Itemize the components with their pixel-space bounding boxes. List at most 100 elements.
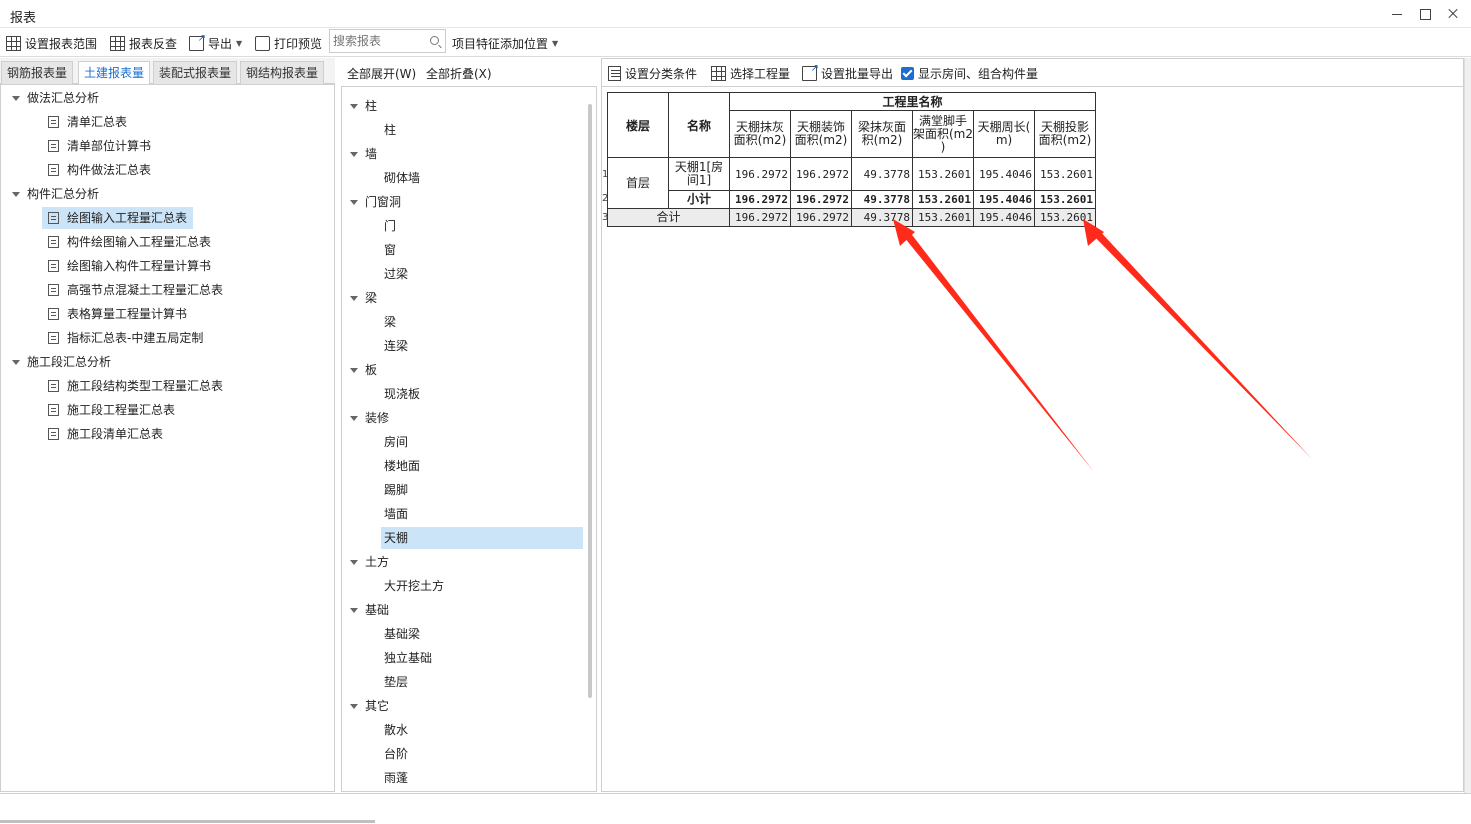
search-input[interactable]: [330, 30, 425, 52]
header-quantity-group: 工程里名称: [729, 92, 1096, 111]
expand-triangle-icon[interactable]: [12, 192, 20, 197]
expand-triangle-icon[interactable]: [12, 96, 20, 101]
component-group[interactable]: 土方: [350, 551, 389, 573]
tree-item[interactable]: 高强节点混凝土工程量汇总表: [42, 279, 229, 301]
collapse-all-button[interactable]: 全部折叠(X): [426, 65, 492, 82]
cell-value: 195.4046: [973, 157, 1035, 191]
close-icon[interactable]: [1445, 6, 1461, 22]
expand-triangle-icon[interactable]: [350, 560, 358, 565]
component-item[interactable]: 连梁: [381, 335, 408, 357]
component-group[interactable]: 装修: [350, 407, 389, 429]
tree-item-label: 表格算量工程量计算书: [67, 307, 188, 321]
component-group[interactable]: 基础: [350, 599, 389, 621]
component-item[interactable]: 梁: [381, 311, 396, 333]
expand-triangle-icon[interactable]: [350, 152, 358, 157]
tree-group[interactable]: 构件汇总分析: [12, 183, 99, 205]
tab-steel[interactable]: 钢结构报表量: [240, 61, 325, 84]
checkbox-checked-icon[interactable]: [901, 66, 914, 80]
select-quantity-button[interactable]: 选择工程量: [711, 63, 790, 83]
component-item[interactable]: 垫层: [381, 671, 408, 693]
component-item[interactable]: 楼地面: [381, 455, 420, 477]
component-group[interactable]: 板: [350, 359, 377, 381]
component-group[interactable]: 墙: [350, 143, 377, 165]
expand-triangle-icon[interactable]: [350, 104, 358, 109]
tree-item[interactable]: 构件做法汇总表: [42, 159, 157, 181]
header-column: 天棚投影 面积(m2): [1034, 110, 1096, 158]
component-item[interactable]: 台阶: [381, 743, 408, 765]
tab-civil[interactable]: 土建报表量: [78, 61, 151, 85]
tree-group[interactable]: 做法汇总分析: [12, 87, 99, 109]
print-preview-button[interactable]: 打印预览: [255, 33, 322, 53]
expand-triangle-icon[interactable]: [350, 416, 358, 421]
component-item[interactable]: 基础梁: [381, 623, 420, 645]
tree-item[interactable]: 施工段清单汇总表: [42, 423, 169, 445]
component-item[interactable]: 窗: [381, 239, 396, 261]
search-icon[interactable]: [430, 36, 439, 45]
tab-rebar[interactable]: 钢筋报表量: [1, 61, 74, 84]
maximize-icon[interactable]: [1417, 6, 1433, 22]
vertical-scrollbar[interactable]: [588, 104, 592, 698]
component-item-label: 过梁: [384, 267, 409, 281]
component-item[interactable]: 踢脚: [381, 479, 408, 501]
expand-triangle-icon[interactable]: [350, 200, 358, 205]
component-item[interactable]: 大开挖土方: [381, 575, 444, 597]
component-item[interactable]: 散水: [381, 719, 408, 741]
component-group[interactable]: 柱: [350, 95, 377, 117]
expand-all-button[interactable]: 全部展开(W): [347, 65, 416, 82]
cell-value: 196.2972: [790, 190, 852, 209]
cell-value: 49.3778: [851, 157, 913, 191]
tree-item[interactable]: 清单部位计算书: [42, 135, 157, 157]
tree-item[interactable]: 绘图输入工程量汇总表: [42, 207, 194, 229]
component-item[interactable]: 柱: [381, 119, 396, 141]
tree-item-label: 清单部位计算书: [67, 139, 152, 153]
component-item[interactable]: 天棚: [381, 527, 583, 549]
component-group[interactable]: 其它: [350, 695, 389, 717]
expand-triangle-icon[interactable]: [12, 360, 20, 365]
component-item[interactable]: 砌体墙: [381, 167, 420, 189]
cell-value: 49.3778: [851, 208, 913, 227]
tree-item[interactable]: 施工段工程量汇总表: [42, 399, 181, 421]
component-group[interactable]: 梁: [350, 287, 377, 309]
tree-item[interactable]: 绘图输入构件工程量计算书: [42, 255, 217, 277]
component-item[interactable]: 墙面: [381, 503, 408, 525]
show-rooms-toggle[interactable]: 显示房间、组合构件量: [901, 63, 1038, 83]
table-row[interactable]: 小计 196.2972 196.2972 49.3778 153.2601 19…: [608, 190, 1096, 209]
component-item[interactable]: 门: [381, 215, 396, 237]
tree-item[interactable]: 清单汇总表: [42, 111, 133, 133]
tree-item[interactable]: 施工段结构类型工程量汇总表: [42, 375, 229, 397]
expand-triangle-icon[interactable]: [350, 608, 358, 613]
batch-export-button[interactable]: 设置批量导出: [802, 63, 893, 83]
cell-total-label: 合计: [607, 208, 730, 227]
report-doc-icon: [48, 164, 59, 176]
component-item[interactable]: 现浇板: [381, 383, 420, 405]
component-item-label: 楼地面: [384, 459, 421, 473]
component-group[interactable]: 门窗洞: [350, 191, 401, 213]
component-item[interactable]: 雨蓬: [381, 767, 408, 789]
tree-item[interactable]: 构件绘图输入工程量汇总表: [42, 231, 217, 253]
expand-triangle-icon[interactable]: [350, 296, 358, 301]
tree-group[interactable]: 施工段汇总分析: [12, 351, 111, 373]
chevron-down-icon[interactable]: ▼: [236, 39, 242, 48]
component-item[interactable]: 房间: [381, 431, 408, 453]
tree-group-label: 施工段汇总分析: [27, 355, 112, 369]
batch-export-label: 设置批量导出: [821, 66, 894, 81]
table-row[interactable]: 合计 196.2972 196.2972 49.3778 153.2601 19…: [607, 208, 1096, 227]
feature-position-dropdown[interactable]: 项目特征添加位置 ▼: [452, 33, 558, 53]
tree-item-label: 施工段结构类型工程量汇总表: [67, 379, 224, 393]
tree-item[interactable]: 表格算量工程量计算书: [42, 303, 193, 325]
expand-triangle-icon[interactable]: [350, 704, 358, 709]
expand-triangle-icon[interactable]: [350, 368, 358, 373]
component-item[interactable]: 独立基础: [381, 647, 432, 669]
cell-value: 153.2601: [1034, 208, 1096, 227]
component-item-label: 连梁: [384, 339, 409, 353]
export-button[interactable]: 导出 ▼: [189, 33, 242, 53]
report-check-button[interactable]: 报表反查: [110, 33, 177, 53]
set-category-button[interactable]: 设置分类条件: [608, 63, 697, 83]
tab-prefab[interactable]: 装配式报表量: [153, 61, 238, 84]
set-range-button[interactable]: 设置报表范围: [6, 33, 97, 53]
horizontal-scrollbar[interactable]: [0, 820, 375, 823]
tree-item[interactable]: 指标汇总表-中建五局定制: [42, 327, 209, 349]
minimize-icon[interactable]: [1389, 6, 1405, 22]
component-item[interactable]: 过梁: [381, 263, 408, 285]
table-row[interactable]: 首层 天棚1[房 间1] 196.2972 196.2972 49.3778 1…: [607, 157, 1096, 209]
